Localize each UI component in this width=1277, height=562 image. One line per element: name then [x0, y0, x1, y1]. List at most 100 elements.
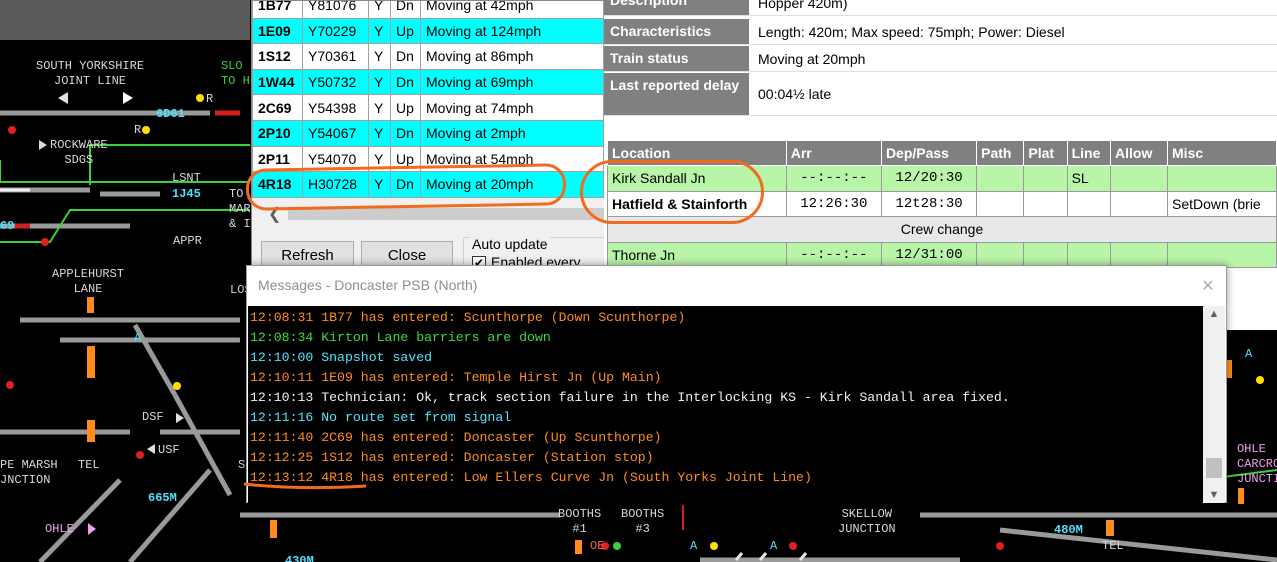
close-button[interactable]: Close	[361, 241, 453, 267]
label-skellow: SKELLOW JUNCTION	[838, 507, 896, 536]
message-time: 12:10:11	[250, 370, 314, 385]
message-time: 12:08:31	[250, 310, 314, 325]
timetable-header[interactable]: Allow	[1110, 140, 1169, 166]
train-id: Y54067	[302, 119, 369, 147]
berth-430m[interactable]: 430M	[285, 554, 314, 562]
timetable-plat	[1023, 165, 1068, 192]
signal-label-r1: R	[206, 92, 214, 106]
train-status-row: Train status Moving at 20mph	[604, 46, 1277, 72]
train-id: Y70229	[302, 17, 369, 45]
train-id: Y70361	[302, 43, 369, 70]
berth-6d61[interactable]: 6D61	[156, 107, 185, 122]
train-status-value: Moving at 20mph	[758, 50, 866, 67]
highlight-timetable	[580, 160, 764, 224]
delay-row: Last reported delay 00:04½ late	[604, 73, 1277, 116]
timetable-header[interactable]: Arr	[785, 140, 882, 166]
timetable-header[interactable]: Path	[976, 140, 1025, 166]
label-tel-right: TEL	[1102, 539, 1124, 553]
label-tel-left: TEL	[78, 458, 100, 472]
message-text: 1E09 has entered: Temple Hirst Jn (Up Ma…	[321, 370, 662, 385]
timetable-header[interactable]: Plat	[1023, 140, 1068, 166]
timetable-path	[976, 165, 1025, 192]
train-row[interactable]: 2P10 Y54067 Y Dn Moving at 2mph	[252, 119, 604, 147]
label-booths3: BOOTHS #3	[621, 507, 665, 536]
message-text: Technician: Ok, track section failure in…	[321, 390, 1010, 405]
timetable-line	[1066, 190, 1112, 217]
train-row[interactable]: 1S12 Y70361 Y Dn Moving at 86mph	[252, 43, 604, 70]
timetable-misc: SetDown (brie	[1167, 190, 1277, 217]
characteristics-key: Characteristics	[604, 19, 749, 44]
underline-message	[243, 482, 367, 490]
timetable-dep: 12t28:30	[880, 190, 978, 217]
description-value: Hopper 420m)	[758, 0, 848, 11]
timetable-path	[976, 241, 1025, 268]
timetable-arr: --:--:--	[785, 165, 882, 192]
message-time: 12:11:16	[250, 410, 314, 425]
timetable-header[interactable]: Dep/Pass	[880, 140, 978, 166]
label-usf: USF	[158, 443, 180, 457]
scrollbar-thumb[interactable]	[1206, 458, 1222, 478]
train-direction: Up	[390, 94, 421, 121]
train-id: Y50732	[302, 68, 369, 96]
timetable-arr: 12:26:30	[785, 190, 882, 217]
timetable-row[interactable]: Thorne Jn --:--:-- 12/31:00	[607, 241, 1277, 268]
timetable-dep: 12/31:00	[880, 241, 978, 268]
timetable-plat	[1023, 190, 1068, 217]
scroll-down-icon[interactable]: ▼	[1203, 489, 1225, 501]
timetable-header[interactable]: Line	[1066, 140, 1112, 166]
timetable-misc	[1167, 165, 1277, 192]
timetable-location: Thorne Jn	[607, 241, 787, 268]
message-text: Kirton Lane barriers are down	[321, 330, 551, 345]
train-flag: Y	[368, 17, 391, 45]
train-direction: Dn	[390, 43, 421, 70]
message-text: 1S12 has entered: Doncaster (Station sto…	[321, 450, 654, 465]
messages-window: Messages - Doncaster PSB (North) ✕ 12:08…	[246, 265, 1227, 503]
train-row[interactable]: 1W44 Y50732 Y Dn Moving at 69mph	[252, 68, 604, 96]
message-line: 12:10:11 1E09 has entered: Temple Hirst …	[248, 368, 1205, 388]
train-row[interactable]: 1B77 Y81076 Y Dn Moving at 42mph	[252, 1, 604, 19]
message-line: 12:10:13 Technician: Ok, track section f…	[248, 388, 1205, 408]
berth-69[interactable]: 69	[0, 219, 14, 234]
message-line: 12:12:25 1S12 has entered: Doncaster (St…	[248, 448, 1205, 468]
train-status: Moving at 86mph	[420, 43, 604, 70]
refresh-button[interactable]: Refresh	[261, 241, 354, 267]
train-flag: Y	[368, 43, 391, 70]
message-line: 12:11:16 No route set from signal	[248, 408, 1205, 428]
berth-480m[interactable]: 480M	[1054, 523, 1083, 538]
timetable-arr: --:--:--	[785, 241, 882, 268]
berth-1j45[interactable]: 1J45	[172, 187, 201, 202]
berth-665m[interactable]: 665M	[148, 491, 177, 506]
timetable-line: SL	[1066, 165, 1112, 192]
vertical-scrollbar[interactable]: ▲ ▼	[1203, 306, 1225, 503]
message-text: 1B77 has entered: Scunthorpe (Down Scunt…	[321, 310, 686, 325]
description-key: Description	[604, 0, 749, 15]
train-direction: Dn	[390, 1, 421, 19]
train-headcode: 1S12	[252, 43, 303, 70]
timetable-allow	[1110, 165, 1169, 192]
signal-label-a2: A	[690, 539, 698, 553]
delay-key: Last reported delay	[604, 73, 749, 115]
train-row[interactable]: 1E09 Y70229 Y Up Moving at 124mph	[252, 17, 604, 45]
train-status: Moving at 124mph	[420, 17, 604, 45]
train-status-key: Train status	[604, 46, 749, 71]
close-icon[interactable]: ✕	[1196, 275, 1220, 299]
timetable-path	[976, 190, 1025, 217]
scroll-up-icon[interactable]: ▲	[1203, 308, 1225, 320]
messages-title: Messages - Doncaster PSB (North)	[258, 277, 478, 293]
label-s: S	[238, 458, 246, 472]
timetable-header[interactable]: Misc	[1167, 140, 1277, 166]
message-line: 12:11:40 2C69 has entered: Doncaster (Up…	[248, 428, 1205, 448]
train-flag: Y	[368, 119, 391, 147]
timetable-dep: 12/20:30	[880, 165, 978, 192]
train-flag: Y	[368, 1, 391, 19]
message-line: 12:08:31 1B77 has entered: Scunthorpe (D…	[248, 308, 1205, 328]
label-slot: SLO TO H	[221, 59, 250, 88]
signal-label-r2: R	[134, 123, 142, 137]
train-row[interactable]: 2C69 Y54398 Y Up Moving at 74mph	[252, 94, 604, 121]
characteristics-row: Characteristics Length: 420m; Max speed:…	[604, 19, 1277, 45]
auto-update-group: Auto update ✔ Enabled every	[463, 236, 605, 267]
scrollbar-thumb[interactable]	[288, 208, 604, 220]
train-direction: Dn	[390, 68, 421, 96]
label-appr: APPR	[173, 234, 202, 248]
message-log[interactable]: 12:08:31 1B77 has entered: Scunthorpe (D…	[248, 306, 1205, 503]
